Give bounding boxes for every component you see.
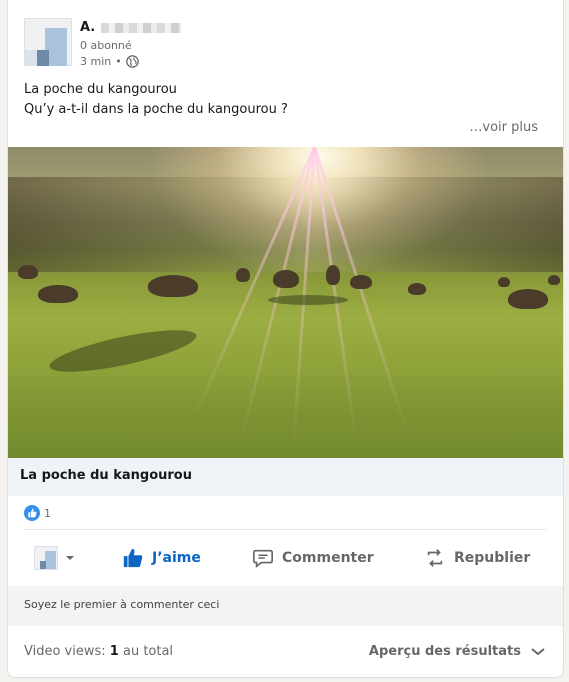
actor-switcher-button[interactable]	[34, 532, 76, 584]
author-name[interactable]: A.	[80, 20, 182, 35]
follower-count: 0 abonné	[80, 39, 132, 52]
like-button[interactable]: J’aime	[122, 532, 201, 584]
media-title[interactable]: La poche du kangourou	[8, 458, 563, 496]
globe-icon	[125, 55, 139, 68]
views-suffix: au total	[122, 644, 174, 659]
analytics-label: Aperçu des résultats	[368, 644, 521, 659]
post-title-line: La poche du kangourou	[24, 82, 177, 97]
repost-label: Republier	[454, 550, 531, 566]
comment-label: Commenter	[282, 550, 374, 566]
redacted-name-mask	[101, 22, 182, 33]
repost-icon	[427, 549, 443, 567]
chevron-down-icon	[531, 647, 545, 655]
post-body: La poche du kangourou Qu’y a-t-il dans l…	[24, 80, 288, 120]
video-thumbnail[interactable]	[8, 147, 563, 458]
comment-prompt: Soyez le premier à commenter ceci	[8, 586, 563, 626]
reaction-count-value: 1	[44, 506, 51, 520]
chevron-down-icon	[66, 556, 74, 560]
post-question-line: Qu’y a-t-il dans la poche du kangourou ?	[24, 102, 288, 117]
post-card: A. 0 abonné 3 min • La poche du kangouro…	[7, 0, 564, 678]
reaction-count[interactable]: 1	[24, 505, 51, 521]
author-name-text[interactable]: A.	[80, 20, 95, 35]
see-more-link[interactable]: …voir plus	[469, 120, 538, 135]
like-label: J’aime	[152, 550, 201, 566]
post-footer: Video views: 1 au total Aperçu des résul…	[8, 626, 563, 677]
views-label: Video views:	[24, 644, 106, 659]
video-views: Video views: 1 au total	[24, 644, 173, 659]
author-avatar[interactable]	[24, 18, 72, 66]
separator-dot: •	[115, 55, 122, 68]
divider	[24, 529, 547, 530]
views-count: 1	[109, 644, 119, 659]
thumbs-up-icon	[123, 548, 143, 568]
comment-button[interactable]: Commenter	[252, 532, 374, 584]
analytics-toggle[interactable]: Aperçu des résultats	[369, 644, 545, 659]
comment-icon	[253, 549, 273, 568]
thumbs-up-icon	[24, 505, 40, 521]
post-timestamp: 3 min •	[80, 55, 139, 68]
post-time: 3 min	[80, 55, 112, 68]
repost-button[interactable]: Republier	[424, 532, 530, 584]
actor-avatar	[34, 546, 58, 570]
action-bar: J’aime Commenter Republier	[8, 532, 563, 584]
